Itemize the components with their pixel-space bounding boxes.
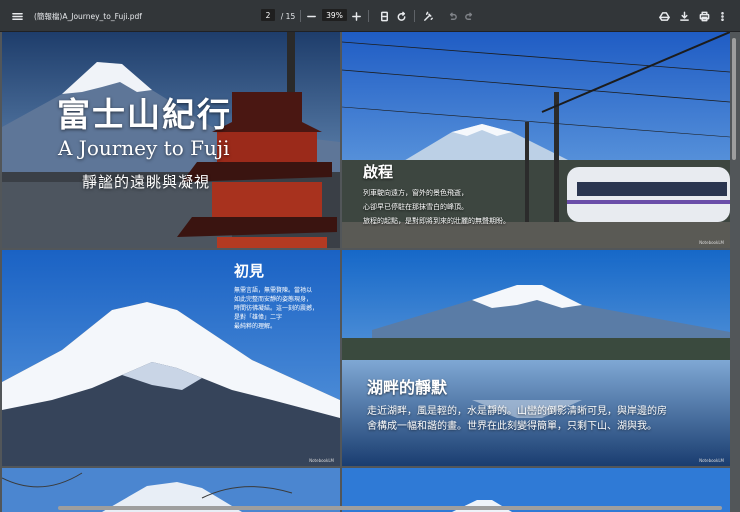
first-sight-line: 最純粹的理解。 (234, 323, 277, 330)
toolbar-divider (368, 10, 369, 22)
slide-departure: 啟程 列車駛向遠方，窗外的景色飛逝， 心卻早已停駐在那抹雪白的峰頂。 旅程的起點… (342, 32, 730, 248)
slide-first-sight: 初見 無需言語，無需贅陳。當祂以 如此完整而安靜的姿態現身， 時間彷彿凝結。這一… (2, 250, 340, 466)
annotate-icon[interactable] (421, 0, 435, 32)
fuji-closeup-photo (2, 250, 340, 466)
more-vert-icon[interactable] (714, 0, 730, 32)
zoom-out-icon[interactable] (304, 0, 318, 32)
horizontal-scrollbar[interactable] (0, 504, 730, 512)
lakeside-heading: 湖畔的靜默 (367, 378, 448, 397)
print-icon[interactable] (696, 0, 712, 32)
pdf-toolbar: (簡報檔)A_Journey_to_Fuji.pdf 2 / 15 39% (0, 0, 740, 32)
undo-icon[interactable] (445, 0, 459, 32)
notebooklm-watermark: NotebookLM (699, 458, 724, 463)
departure-line: 心卻早已停駐在那抹雪白的峰頂。 (363, 203, 468, 211)
slide-cover: 富士山紀行 A Journey to Fuji 靜謐的遠眺與凝視 (2, 32, 340, 248)
pdf-viewer[interactable]: 富士山紀行 A Journey to Fuji 靜謐的遠眺與凝視 啟程 列車駛向… (0, 32, 740, 512)
toolbar-divider (414, 10, 415, 22)
lake-photo (342, 250, 730, 466)
cover-title: 富士山紀行 (57, 95, 232, 134)
fit-page-icon[interactable] (377, 0, 391, 32)
zoom-in-icon[interactable] (349, 0, 363, 32)
departure-line: 旅程的起點，是對即將到來的壯麗的無聲期盼。 (363, 217, 510, 225)
cover-subtitle: A Journey to Fuji (58, 136, 230, 160)
slide-lakeside: 湖畔的靜默 走近湖畔，風是輕的，水是靜的。山巒的倒影清晰可見，與岸邊的房 舍構成… (342, 250, 730, 466)
rotate-icon[interactable] (394, 0, 408, 32)
first-sight-line: 如此完整而安靜的姿態現身， (234, 296, 313, 303)
page-total: / 15 (280, 11, 296, 21)
notebooklm-watermark: NotebookLM (309, 458, 334, 463)
cover-tagline: 靜謐的遠眺與凝視 (82, 173, 211, 191)
lakeside-line: 舍構成一幅和諧的畫。世界在此刻變得簡單，只剩下山、湖與我。 (367, 421, 657, 432)
drive-icon[interactable] (656, 0, 672, 32)
redo-icon[interactable] (462, 0, 476, 32)
departure-line: 列車駛向遠方，窗外的景色飛逝， (363, 189, 468, 197)
page-number-input[interactable]: 2 (261, 9, 275, 21)
horizontal-scroll-thumb[interactable] (58, 506, 722, 510)
download-icon[interactable] (676, 0, 692, 32)
file-name: (簡報檔)A_Journey_to_Fuji.pdf (34, 11, 142, 21)
toolbar-divider (300, 10, 301, 22)
departure-heading: 啟程 (363, 163, 394, 181)
first-sight-line: 是對「雄偉」二字 (234, 314, 283, 321)
first-sight-heading: 初見 (234, 262, 265, 280)
zoom-level-input[interactable]: 39% (322, 9, 347, 21)
hamburger-menu-icon[interactable] (8, 0, 26, 32)
first-sight-line: 時間彷彿凝結。這一刻的震撼， (234, 305, 319, 312)
notebooklm-watermark: NotebookLM (699, 240, 724, 245)
vertical-scrollbar[interactable] (730, 32, 738, 512)
vertical-scroll-thumb[interactable] (732, 38, 736, 160)
first-sight-line: 無需言語，無需贅陳。當祂以 (234, 287, 313, 294)
lakeside-line: 走近湖畔，風是輕的，水是靜的。山巒的倒影清晰可見，與岸邊的房 (367, 406, 667, 417)
